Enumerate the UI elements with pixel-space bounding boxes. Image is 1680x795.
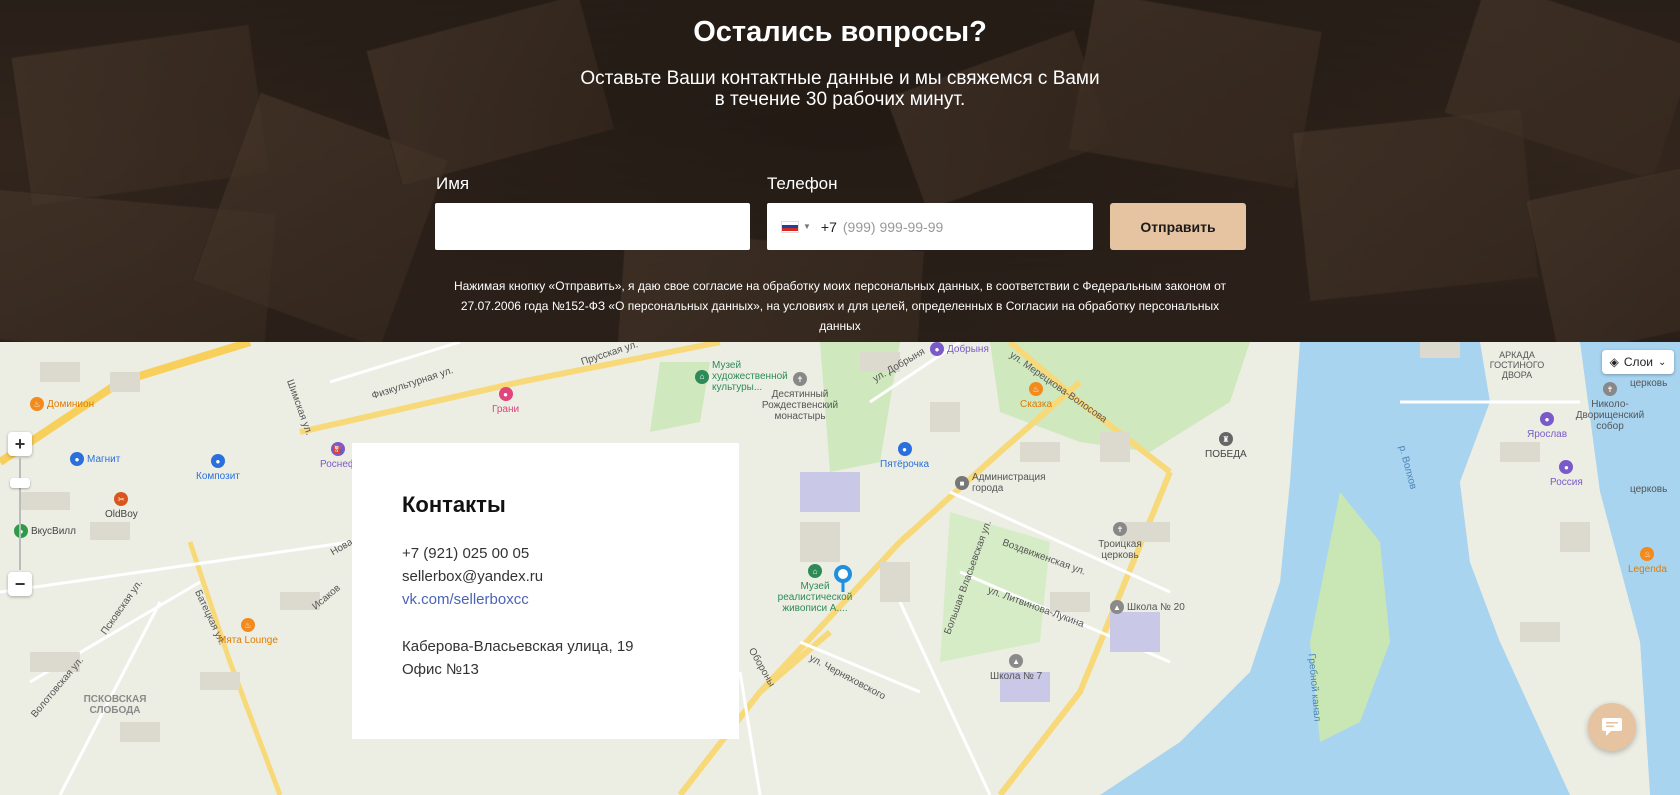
restaurant-icon: ♨ bbox=[240, 618, 255, 632]
poi-tserkov[interactable]: церковь bbox=[1630, 378, 1667, 389]
shop-icon: ● bbox=[70, 452, 84, 466]
phone-input[interactable]: ▼ +7 (999) 999-99-99 bbox=[767, 203, 1093, 250]
hotel-icon: ● bbox=[1559, 460, 1574, 474]
location-marker-icon[interactable] bbox=[833, 564, 853, 599]
poi-desyatinny[interactable]: ✝ Десятинный Рождественский монастырь bbox=[760, 372, 840, 422]
district-label: ПСКОВСКАЯ СЛОБОДА bbox=[83, 694, 147, 716]
zoom-slider-track[interactable] bbox=[19, 458, 21, 570]
zoom-out-button[interactable]: − bbox=[8, 572, 32, 596]
poi-legenda[interactable]: ♨ Legenda bbox=[1628, 547, 1667, 575]
poi-tserkov2[interactable]: церковь bbox=[1630, 484, 1667, 495]
poi-kompozit[interactable]: ● Композит bbox=[196, 454, 240, 482]
layers-button[interactable]: ◈ Слои ⌄ bbox=[1602, 350, 1674, 374]
shop-icon: ● bbox=[210, 454, 225, 468]
poi-magnit[interactable]: ● Магнит bbox=[70, 452, 120, 466]
chevron-down-icon[interactable]: ▼ bbox=[803, 222, 811, 231]
poi-school20[interactable]: ▲ Школа № 20 bbox=[1110, 600, 1185, 614]
phone-placeholder: (999) 999-99-99 bbox=[842, 218, 944, 235]
contact-vk-link[interactable]: vk.com/sellerboxcc bbox=[402, 591, 529, 608]
poi-nikolo[interactable]: ✝ Николо-Дворищенский собор bbox=[1575, 382, 1645, 432]
contact-email[interactable]: sellerbox@yandex.ru bbox=[402, 565, 689, 588]
poi-pyaterochka[interactable]: ● Пятёрочка bbox=[880, 442, 929, 470]
russia-flag-icon[interactable] bbox=[781, 220, 799, 233]
name-label: Имя bbox=[436, 174, 470, 193]
poi-troitskaya[interactable]: ✝ Троицкая церковь bbox=[1090, 522, 1150, 561]
chat-button[interactable] bbox=[1588, 703, 1636, 751]
submit-button[interactable]: Отправить bbox=[1110, 203, 1246, 250]
phone-label: Телефон bbox=[767, 174, 838, 193]
shop-icon: ● bbox=[897, 442, 912, 456]
feedback-section: Остались вопросы? Оставьте Ваши контактн… bbox=[0, 0, 1680, 342]
zoom-control: + − bbox=[8, 432, 32, 596]
zoom-in-button[interactable]: + bbox=[8, 432, 32, 456]
school-icon: ▲ bbox=[1110, 600, 1124, 614]
restaurant-icon: ♨ bbox=[1029, 382, 1043, 396]
museum-icon: ⌂ bbox=[695, 369, 709, 384]
school-icon: ▲ bbox=[1009, 654, 1024, 668]
barber-icon: ✂ bbox=[114, 492, 129, 506]
consent-line: 27.07.2006 года №152-ФЗ «О персональных … bbox=[460, 299, 1220, 333]
shop-icon: ● bbox=[14, 524, 28, 538]
poi-skazka[interactable]: ♨ Сказка bbox=[1020, 382, 1052, 410]
church-icon: ✝ bbox=[1603, 382, 1617, 396]
shop-icon: ● bbox=[498, 387, 513, 401]
monument-icon: ♜ bbox=[1218, 432, 1233, 446]
contacts-card: Контакты +7 (921) 025 00 05 sellerbox@ya… bbox=[352, 443, 739, 739]
building-icon: ■ bbox=[955, 476, 969, 490]
fuel-icon: ⛽ bbox=[331, 442, 346, 456]
poi-dobrynya[interactable]: ● Добрыня bbox=[930, 342, 989, 356]
poi-yaroslav[interactable]: ● Ярослав bbox=[1527, 412, 1567, 440]
zoom-slider-handle[interactable] bbox=[10, 478, 30, 488]
form-title: Остались вопросы? bbox=[693, 16, 987, 48]
contacts-title: Контакты bbox=[402, 492, 506, 517]
hotel-icon: ● bbox=[1540, 412, 1555, 426]
contact-office: Офис №13 bbox=[402, 661, 479, 678]
chevron-down-icon: ⌄ bbox=[1658, 356, 1667, 368]
museum-icon: ⌂ bbox=[808, 564, 822, 578]
shop-icon: ● bbox=[930, 342, 944, 356]
poi-rosneft[interactable]: ⛽ Роснеф bbox=[320, 442, 356, 470]
poi-rossiya[interactable]: ● Россия bbox=[1550, 460, 1583, 488]
poi-vkusvill[interactable]: ● ВкусВилл bbox=[14, 524, 76, 538]
name-input[interactable] bbox=[435, 203, 750, 250]
consent-text: Нажимая кнопку «Отправить», я даю свое с… bbox=[440, 276, 1240, 336]
layers-label: Слои bbox=[1623, 355, 1654, 369]
poi-dominion[interactable]: ♨ Доминион bbox=[30, 397, 94, 411]
restaurant-icon: ♨ bbox=[30, 397, 44, 411]
contact-address: Каберова-Власьевская улица, 19 bbox=[402, 638, 634, 655]
poi-myata[interactable]: ♨ Мята Lounge bbox=[218, 618, 278, 646]
chat-bubble-icon bbox=[1602, 718, 1622, 736]
poi-grani[interactable]: ● Грани bbox=[492, 387, 519, 415]
poi-school7[interactable]: ▲ Школа № 7 bbox=[990, 654, 1042, 682]
poi-oldboy[interactable]: ✂ OldBoy bbox=[105, 492, 138, 520]
poi-administration[interactable]: ■ Администрация города bbox=[955, 472, 1047, 494]
phone-prefix: +7 bbox=[820, 218, 837, 235]
church-icon: ✝ bbox=[1113, 522, 1127, 536]
layers-icon: ◈ bbox=[1609, 355, 1619, 369]
contact-phone[interactable]: +7 (921) 025 00 05 bbox=[402, 542, 689, 565]
form-subtitle: Оставьте Ваши контактные данные и мы свя… bbox=[580, 68, 1100, 110]
church-icon: ✝ bbox=[793, 372, 807, 386]
poi-pobeda[interactable]: ♜ ПОБЕДА bbox=[1205, 432, 1247, 460]
consent-line: Нажимая кнопку «Отправить», я даю свое с… bbox=[453, 279, 1227, 293]
landmark-label: АРКАДА ГОСТИНОГО ДВОРА bbox=[1489, 350, 1545, 380]
restaurant-icon: ♨ bbox=[1640, 547, 1655, 561]
